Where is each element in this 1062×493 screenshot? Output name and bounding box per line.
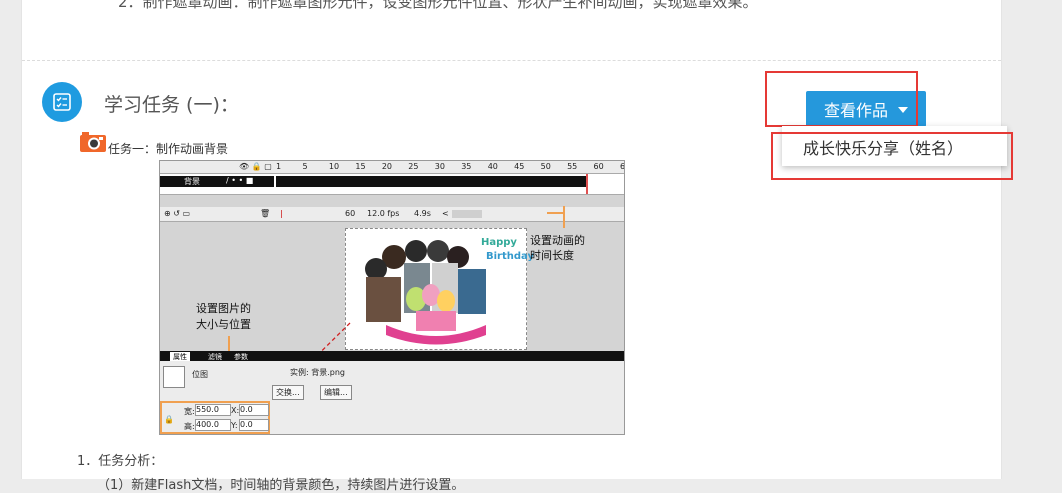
flash-screenshot: 👁 🔒 ▢ 15101520253035404550556065 背景 / • … (159, 160, 625, 435)
analysis-heading: 1．任务分析： (77, 454, 164, 469)
time-value: 4.9s (414, 209, 431, 218)
timeline-tick-50: 50 (540, 162, 551, 171)
playhead[interactable] (586, 174, 588, 194)
timeline-tick-45: 45 (514, 162, 525, 171)
camera-icon (79, 131, 107, 153)
annotation-size-line2: 大小与位置 (196, 318, 251, 331)
checklist-icon (42, 82, 82, 122)
timeline-tick-65: 65 (620, 162, 625, 171)
intro-line: 2．制作遮罩动画：制作遮罩图形元件，设变图形元件位置、形状产生补间动画，实现遮罩… (118, 0, 758, 11)
trash-icon[interactable]: 🗑 (260, 209, 270, 218)
edit-button[interactable]: 编辑... (320, 385, 352, 400)
section-title: 学习任务 (一)： (104, 94, 239, 116)
analysis-line: （1）新建Flash文档，时间轴的背景颜色，持续图片进行设置。 (97, 478, 465, 493)
annotation-connector (563, 212, 565, 228)
annotation-time-line1: 设置动画的 (530, 234, 585, 247)
annotation-line-time-h (547, 212, 565, 214)
happy-text: Happy (481, 237, 517, 248)
timeline-tick-15: 15 (355, 162, 366, 171)
annotation-time-line2: 时间长度 (530, 249, 574, 262)
timeline-ruler: 15101520253035404550556065 (276, 162, 624, 172)
stage: Happy Birthday (345, 228, 534, 350)
view-works-dropdown: 成长快乐分享（姓名） (782, 126, 1007, 166)
layer-pencil-icon: / • • ■ (226, 176, 254, 185)
caret-down-icon (898, 107, 908, 113)
task1-label: 任务一：制作动画背景 (108, 142, 229, 156)
instance-label: 实例: 背景.png (290, 368, 346, 377)
timeline-tick-25: 25 (408, 162, 419, 171)
timeline-tick-30: 30 (434, 162, 445, 171)
height-label: 高: (184, 422, 195, 431)
frame-count: 60 (345, 209, 356, 218)
view-works-label: 查看作品 (823, 101, 888, 120)
y-label: Y: (231, 421, 238, 430)
birthday-text: Birthday (486, 251, 534, 262)
timeline-tick-5: 5 (302, 162, 308, 171)
timeline-tick-55: 55 (567, 162, 578, 171)
timeline-tick-1: 1 (276, 162, 282, 171)
properties-panel: 位图 实例: 背景.png 交换... 编辑... 🔒 宽: 550.0 X: … (160, 361, 624, 434)
swap-button[interactable]: 交换... (272, 385, 304, 400)
annotation-size-line1: 设置图片的 (196, 302, 251, 315)
size-position-box: 🔒 宽: 550.0 X: 0.0 高: 400.0 Y: 0.0 (160, 401, 270, 434)
prop-type: 位图 (192, 370, 208, 379)
width-label: 宽: (184, 407, 195, 416)
layer-row[interactable]: 背景 / • • ■ (160, 176, 274, 187)
annotation-time: 设置动画的 时间长度 (530, 233, 585, 263)
timeline-tick-35: 35 (461, 162, 472, 171)
y-field[interactable]: 0.0 (239, 419, 269, 431)
add-layer-icon[interactable]: ⊕ ↺ ▭ (164, 209, 190, 218)
fps-value: 12.0 fps (367, 209, 400, 218)
scroll-left-icon[interactable]: < (442, 209, 449, 218)
width-field[interactable]: 550.0 (195, 404, 231, 416)
section-divider (22, 60, 1001, 61)
content-card: 2．制作遮罩动画：制作遮罩图形元件，设变图形元件位置、形状产生补间动画，实现遮罩… (21, 0, 1002, 493)
timeline-header: 👁 🔒 ▢ 15101520253035404550556065 (160, 161, 624, 174)
height-field[interactable]: 400.0 (195, 419, 231, 431)
x-label: X: (231, 406, 240, 415)
lock-icon[interactable]: 🔒 (164, 415, 174, 424)
timeline-scrollbar[interactable] (452, 210, 482, 218)
bitmap-icon (163, 366, 185, 388)
timeline-tick-20: 20 (381, 162, 393, 171)
frames-bar (276, 176, 586, 187)
center-frame-icon[interactable]: | (280, 209, 283, 218)
dropdown-item-share[interactable]: 成长快乐分享（姓名） (803, 135, 963, 159)
x-field[interactable]: 0.0 (239, 404, 269, 416)
timeline-tick-60: 60 (593, 162, 604, 171)
layer-name: 背景 (184, 177, 200, 186)
annotation-size: 设置图片的 大小与位置 (196, 301, 251, 333)
timeline-footer: ⊕ ↺ ▭ 🗑 | 60 12.0 fps 4.9s < (160, 207, 624, 222)
view-works-button[interactable]: 查看作品 (806, 91, 926, 127)
eye-icon: 👁 🔒 ▢ (239, 162, 272, 171)
layer-row-bg: 背景 / • • ■ (160, 174, 624, 195)
properties-tabbar: 属性 滤镜 参数 (160, 351, 624, 362)
timeline-tick-10: 10 (328, 162, 340, 171)
timeline-tick-40: 40 (487, 162, 498, 171)
